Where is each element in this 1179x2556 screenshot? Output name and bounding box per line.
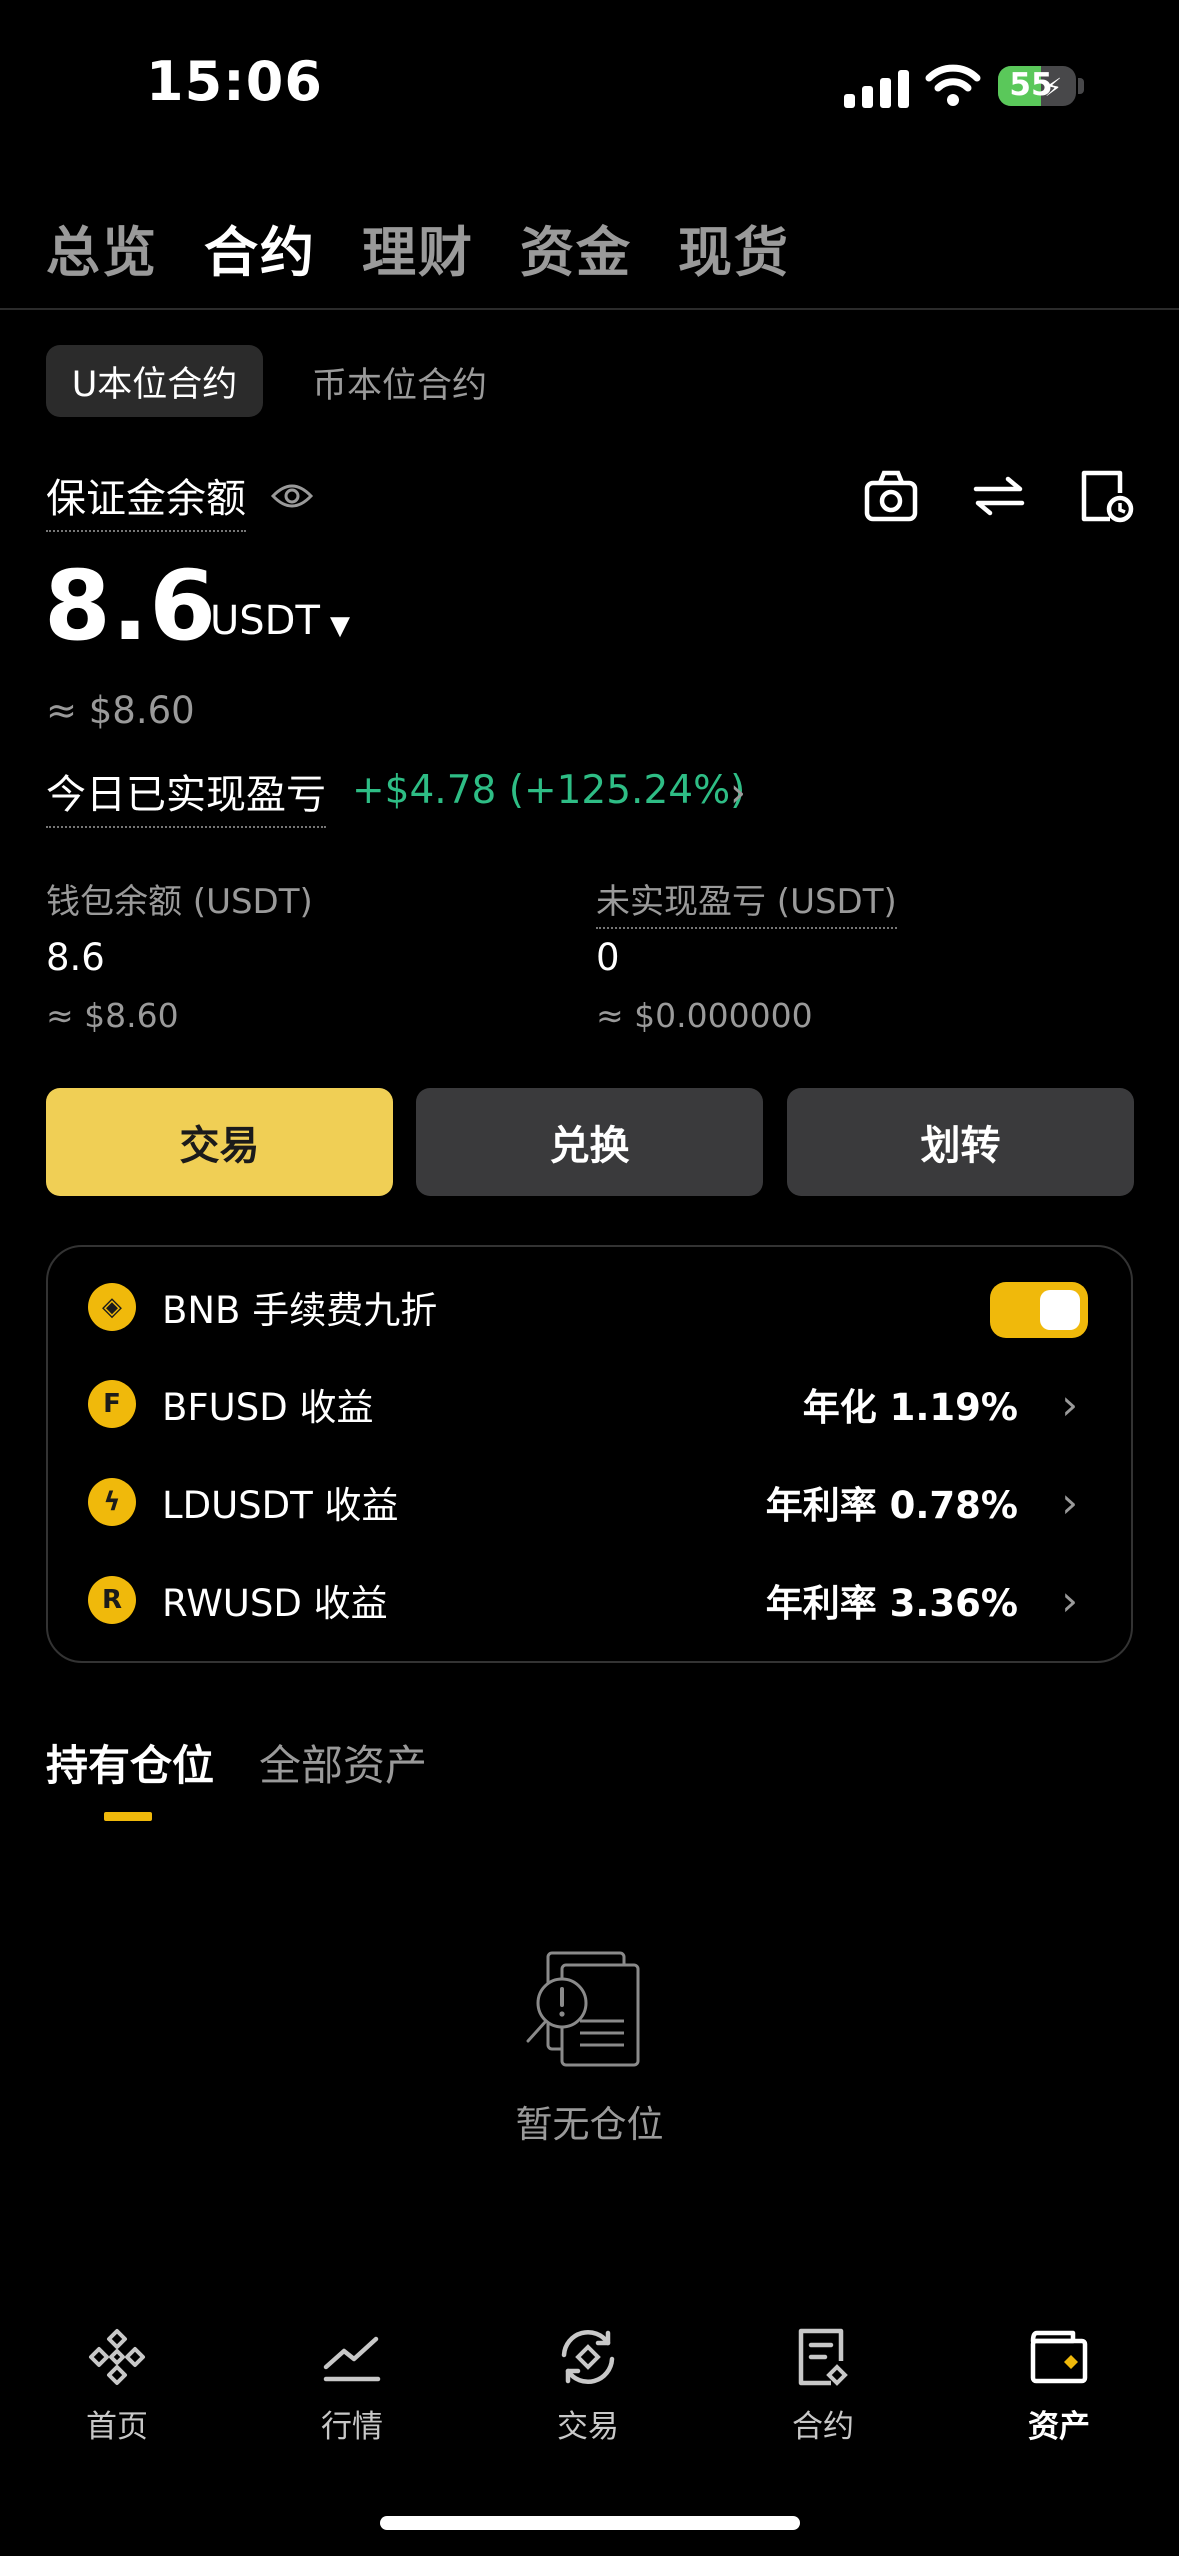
rwusd-coin-icon: R [88,1576,136,1624]
battery-cap [1078,78,1084,94]
margin-balance-label[interactable]: 保证金余额 [46,466,246,532]
unrealized-pnl-label[interactable]: 未实现盈亏 (USDT) [596,874,897,929]
trend-chart-icon [323,2336,381,2382]
balance-approx: ≈ $8.60 [46,689,195,732]
realized-pnl-label[interactable]: 今日已实现盈亏 [46,762,326,828]
tab-open-positions[interactable]: 持有仓位 [46,1732,214,1793]
convert-button[interactable]: 兑换 [416,1088,763,1196]
bnb-fee-discount-toggle[interactable] [990,1282,1088,1338]
chevron-right-icon[interactable]: › [730,770,746,816]
nav-markets[interactable]: 行情 [282,2325,422,2446]
unrealized-pnl-approx: ≈ $0.000000 [596,996,813,1035]
bfusd-coin-icon: F [88,1380,136,1428]
caret-down-icon[interactable]: ▼ [330,611,350,641]
status-time: 15:06 [146,50,323,113]
wallet-balance-approx: ≈ $8.60 [46,996,179,1035]
wallet-balance-value: 8.6 [46,936,105,979]
tabs-divider [0,308,1179,310]
ldusdt-earnings-label: LDUSDT 收益 [162,1484,399,1527]
subtab-usdm-futures[interactable]: U本位合约 [46,345,263,417]
ldusdt-earnings-row[interactable]: ϟ LDUSDT 收益 年利率 0.78% › [88,1472,1088,1532]
futures-document-icon [798,2328,848,2386]
nav-home[interactable]: 首页 [47,2325,187,2446]
home-indicator[interactable] [380,2516,800,2530]
chevron-right-icon[interactable]: › [1061,1478,1078,1527]
subtab-coinm-futures[interactable]: 币本位合约 [312,357,487,408]
ldusdt-coin-icon: ϟ [88,1478,136,1526]
nav-markets-label: 行情 [321,2409,383,2445]
gift-camera-icon[interactable] [862,467,920,525]
nav-trade[interactable]: 交易 [518,2325,658,2446]
battery-icon: 55 ⚡ [998,66,1076,106]
wallet-balance-label: 钱包余额 (USDT) [46,882,313,922]
tab-overview[interactable]: 总览 [46,208,158,287]
nav-home-label: 首页 [86,2409,148,2445]
history-document-icon[interactable] [1076,467,1134,525]
top-tabs: 总览 合约 理财 资金 现货 [46,208,790,287]
wifi-icon [925,64,981,106]
tab-all-assets[interactable]: 全部资产 [259,1732,427,1793]
rwusd-earnings-label: RWUSD 收益 [162,1582,388,1625]
chevron-right-icon[interactable]: › [1061,1380,1078,1429]
wallet-icon [1030,2330,1088,2384]
transfer-button[interactable]: 划转 [787,1088,1134,1196]
nav-futures[interactable]: 合约 [753,2325,893,2446]
nav-assets[interactable]: 资产 [989,2325,1129,2446]
chevron-right-icon[interactable]: › [1061,1576,1078,1625]
margin-balance-amount: 8.6 [44,550,218,662]
transfer-arrows-icon[interactable] [970,467,1028,525]
ldusdt-apr: 年利率 0.78% [765,1484,1018,1527]
bfusd-earnings-row[interactable]: F BFUSD 收益 年化 1.19% › [88,1374,1088,1434]
nav-assets-label: 资产 [1028,2409,1090,2445]
rwusd-apr: 年利率 3.36% [765,1582,1018,1625]
bnb-fee-discount-label: BNB 手续费九折 [162,1289,438,1332]
tab-spot[interactable]: 现货 [678,208,790,287]
binance-logo-icon [89,2329,145,2385]
cellular-signal-icon [844,66,909,108]
nav-futures-label: 合约 [792,2409,854,2445]
tab-futures[interactable]: 合约 [204,208,316,287]
trade-swap-icon [561,2329,615,2385]
unrealized-pnl-value: 0 [596,936,620,979]
bnb-coin-icon: ◈ [88,1283,136,1331]
tab-funding[interactable]: 资金 [520,208,632,287]
rwusd-earnings-row[interactable]: R RWUSD 收益 年利率 3.36% › [88,1570,1088,1630]
empty-state-text: 暂无仓位 [515,2103,664,2146]
no-positions-icon [526,1951,640,2067]
bfusd-earnings-label: BFUSD 收益 [162,1386,374,1429]
realized-pnl-value[interactable]: +$4.78 (+125.24%) [352,768,745,813]
bfusd-apr: 年化 1.19% [802,1386,1018,1429]
currency-selector[interactable]: USDT [210,598,320,644]
nav-trade-label: 交易 [557,2409,619,2445]
eye-icon[interactable] [270,478,314,514]
bnb-fee-discount-row: ◈ BNB 手续费九折 [88,1277,1088,1338]
trade-button[interactable]: 交易 [46,1088,393,1196]
active-tab-indicator [104,1812,152,1821]
tab-earn[interactable]: 理财 [362,208,474,287]
